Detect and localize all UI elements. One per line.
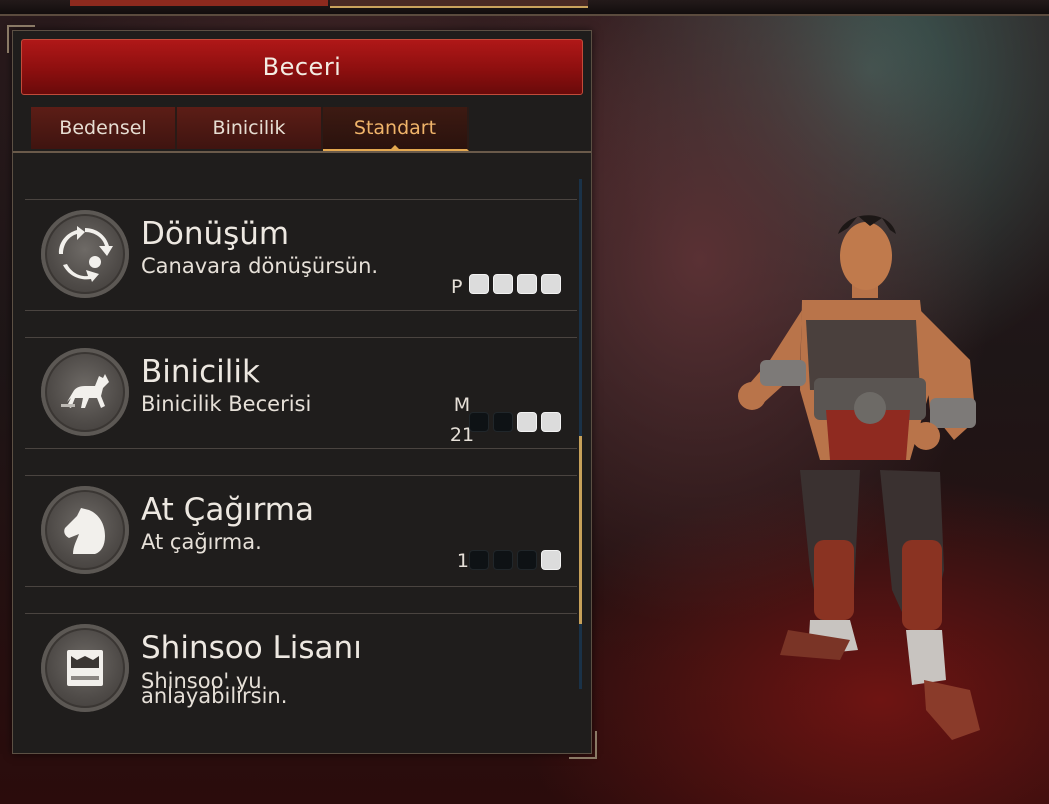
skill-row-donusum[interactable]: Dönüşüm Canavara dönüşürsün. P <box>25 199 577 311</box>
tab-binicilik[interactable]: Binicilik <box>177 107 323 149</box>
character-model <box>738 215 980 740</box>
skill-pips <box>469 550 561 570</box>
horse-head-icon[interactable] <box>41 486 129 574</box>
skill-name: Dönüşüm <box>141 216 290 252</box>
skill-pip <box>493 412 513 432</box>
skill-list: Dönüşüm Canavara dönüşürsün. P Binicilik… <box>25 199 577 747</box>
skill-row-at-cagirma[interactable]: At Çağırma At çağırma. 10 <box>25 475 577 587</box>
skill-pip <box>541 274 561 294</box>
skill-pip <box>493 274 513 294</box>
skill-pip <box>517 412 537 432</box>
skill-pip <box>517 550 537 570</box>
tab-label: Standart <box>353 117 437 139</box>
skill-pips <box>469 274 561 294</box>
skill-pip <box>469 550 489 570</box>
skill-pip <box>469 274 489 294</box>
skill-tabs: Bedensel Binicilik Standart <box>31 107 469 151</box>
tab-bedensel[interactable]: Bedensel <box>31 107 177 149</box>
skill-row-binicilik[interactable]: Binicilik Binicilik Becerisi M 21 <box>25 337 577 449</box>
skill-pip <box>541 412 561 432</box>
skill-description: At çağırma. <box>141 530 262 554</box>
skill-description-line: anlayabilirsin. <box>141 684 288 708</box>
tab-standart[interactable]: Standart <box>323 107 469 151</box>
top-tab-left[interactable] <box>70 0 328 6</box>
scrollbar-thumb[interactable] <box>579 436 582 624</box>
skill-level: P <box>451 276 463 298</box>
skill-pip <box>517 274 537 294</box>
tab-label: Binicilik <box>212 117 286 139</box>
panel-title: Beceri <box>262 53 342 81</box>
skill-pip <box>541 550 561 570</box>
horse-riding-icon[interactable] <box>41 348 129 436</box>
skill-description: Canavara dönüşürsün. <box>141 254 379 278</box>
skill-name: Shinsoo Lisanı <box>141 630 362 666</box>
transform-icon[interactable] <box>41 210 129 298</box>
scroll-book-icon[interactable] <box>41 624 129 712</box>
skill-pips <box>469 412 561 432</box>
skill-description: Shinsoo' yu anlayabilirsin. <box>141 671 288 708</box>
skill-row-shinsoo-lisani[interactable]: Shinsoo Lisanı Shinsoo' yu anlayabilirsi… <box>25 613 577 724</box>
tab-divider <box>13 151 591 153</box>
skill-pip <box>469 412 489 432</box>
skill-panel: Beceri Bedensel Binicilik Standart Dönüş… <box>7 25 597 759</box>
skill-name: Binicilik <box>141 354 260 390</box>
tab-label: Bedensel <box>59 117 147 139</box>
skill-pip <box>493 550 513 570</box>
top-tab-right[interactable] <box>330 0 588 8</box>
active-tab-caret <box>390 145 400 150</box>
skill-name: At Çağırma <box>141 492 314 528</box>
panel-title-bar: Beceri <box>21 39 583 95</box>
top-menu-strip <box>0 0 1049 16</box>
skill-description: Binicilik Becerisi <box>141 392 312 416</box>
